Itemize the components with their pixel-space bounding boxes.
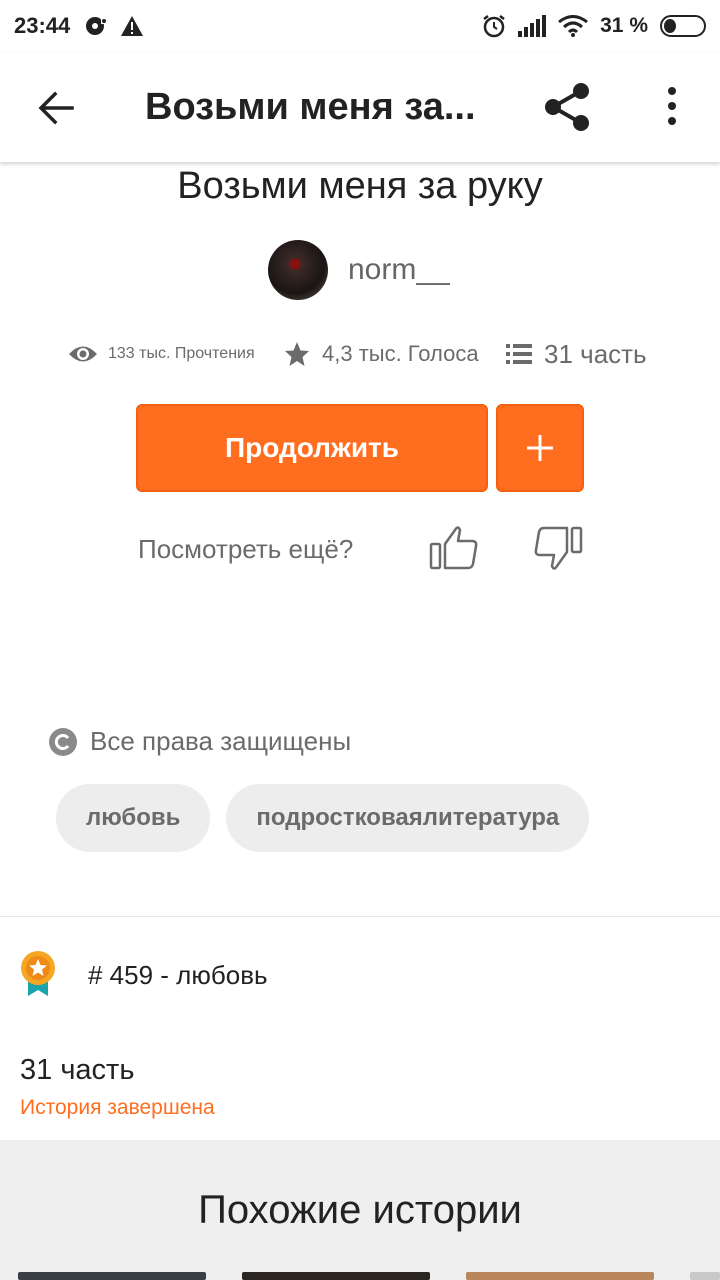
similar-stories-section: Похожие истории [0,1140,720,1280]
status-time: 23:44 [14,13,71,38]
page-title: Возьми меня за... [145,86,476,128]
author-name[interactable]: norm__ [348,253,450,287]
reads-stat: 133 тыс. Прочтения [68,336,255,372]
tag-list: любовь подростковаялитература [56,784,590,852]
author-link[interactable]: norm__ [268,240,450,300]
story-cover[interactable] [18,1272,206,1280]
story-status: История завершена [20,1096,215,1119]
eye-icon [69,346,97,362]
reads-count: 133 тыс. Прочтения [108,345,255,362]
warning-icon [121,16,144,36]
list-icon [506,344,532,364]
star-icon [285,342,309,366]
copyright-icon [49,727,77,756]
divider [0,916,720,917]
parts-stat[interactable]: 31 часть [506,336,647,372]
story-cover[interactable] [466,1272,654,1280]
sync-disc-icon [86,17,108,35]
add-to-library-button[interactable] [496,404,584,492]
status-bar: 23:44 31 % [0,0,720,52]
thumbs-up-icon[interactable] [428,522,480,574]
battery-percent: 31 % [600,14,648,37]
signal-icon [518,15,547,37]
story-stats: 133 тыс. Прочтения 4,3 тыс. Голоса 31 ча… [68,336,668,376]
battery-icon [660,15,706,37]
copyright-notice: Все права защищены [48,726,351,757]
votes-stat: 4,3 тыс. Голоса [284,336,479,372]
share-icon[interactable] [542,82,592,132]
votes-count: 4,3 тыс. Голоса [322,341,479,366]
similar-stories-title: Похожие истории [198,1188,522,1232]
continue-reading-button[interactable]: Продолжить [136,404,488,492]
copyright-text: Все права защищены [90,726,352,756]
back-arrow-icon[interactable] [36,88,76,128]
story-cover[interactable] [242,1272,430,1280]
plus-icon [527,435,553,461]
more-vert-icon[interactable] [660,86,684,126]
thumbs-down-icon[interactable] [532,522,584,574]
see-more-prompt: Посмотреть ещё? [138,534,354,564]
tag-chip[interactable]: любовь [56,784,211,852]
app-bar: Возьми меня за... [0,52,720,162]
wifi-icon [558,15,589,37]
story-title: Возьми меня за руку [177,165,543,207]
story-cover[interactable] [690,1272,720,1280]
tag-chip[interactable]: подростковаялитература [226,784,590,852]
avatar[interactable] [268,240,328,300]
alarm-icon [483,15,505,38]
parts-count-stat[interactable]: 31 часть [544,339,647,370]
parts-count[interactable]: 31 часть [20,1054,134,1087]
rank-row[interactable]: # 459 - любовь [18,950,268,998]
rank-text[interactable]: # 459 - любовь [88,960,268,991]
ranking-badge-icon [21,951,55,996]
